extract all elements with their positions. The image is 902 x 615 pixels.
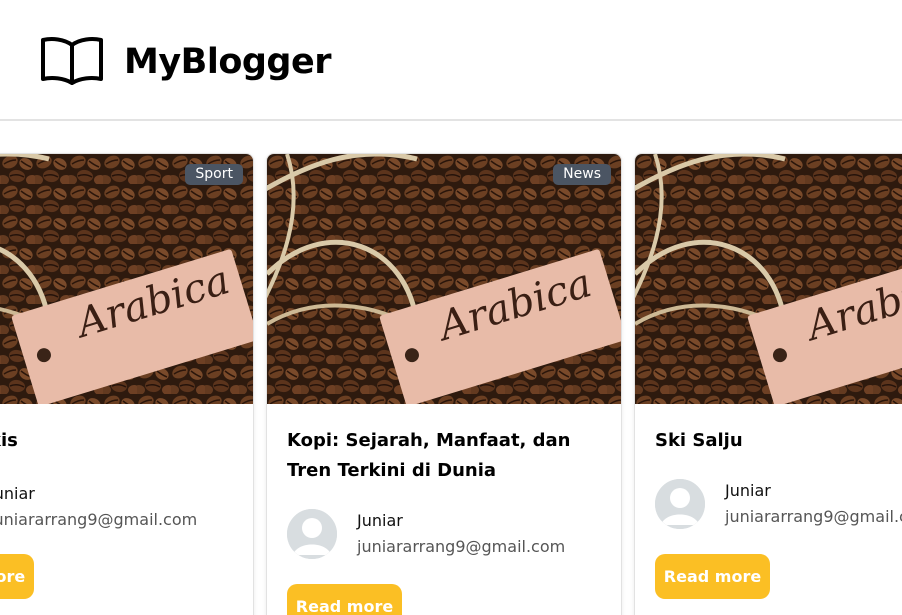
card-image: Arabica xyxy=(635,154,902,404)
author-name: Juniar xyxy=(0,484,35,503)
author-email: juniararrang9@gmail.com xyxy=(0,510,198,529)
open-book-icon[interactable] xyxy=(40,35,104,85)
avatar xyxy=(287,509,337,559)
author-name: Juniar xyxy=(725,481,771,500)
card-title[interactable]: Kopi: Sejarah, Manfaat, dan Tren Terkini… xyxy=(287,426,607,486)
card-image: Arabica xyxy=(0,154,254,404)
blog-card[interactable]: Arabica Sport kis Juniar juniararrang9@g… xyxy=(0,153,254,615)
read-more-button[interactable]: Read more xyxy=(287,584,402,615)
read-more-button[interactable]: Read more xyxy=(655,554,770,599)
brand-title[interactable]: MyBlogger xyxy=(124,42,331,82)
card-image: Arabica xyxy=(267,154,622,404)
author-email: juniararrang9@gmail.com xyxy=(725,507,902,526)
category-badge: News xyxy=(553,164,611,185)
author-info: Juniar juniararrang9@gmail.com xyxy=(655,479,902,535)
blog-card[interactable]: Arabica News Kopi: Sejarah, Manfaat, dan… xyxy=(266,153,622,615)
card-title[interactable]: Ski Salju xyxy=(655,426,902,456)
author-info: Juniar juniararrang9@gmail.com xyxy=(0,482,239,538)
site-header: MyBlogger xyxy=(0,0,902,121)
category-badge: Sport xyxy=(185,164,243,185)
author-email: juniararrang9@gmail.com xyxy=(357,537,566,556)
cards-carousel: Arabica Sport kis Juniar juniararrang9@g… xyxy=(0,123,902,615)
read-more-button[interactable]: Read more xyxy=(0,554,34,599)
avatar xyxy=(655,479,705,529)
card-title[interactable]: kis xyxy=(0,426,239,456)
blog-card[interactable]: Arabica Ski Salju Juniar juniararrang9@g… xyxy=(634,153,902,615)
author-name: Juniar xyxy=(357,511,403,530)
author-info: Juniar juniararrang9@gmail.com xyxy=(287,509,607,565)
